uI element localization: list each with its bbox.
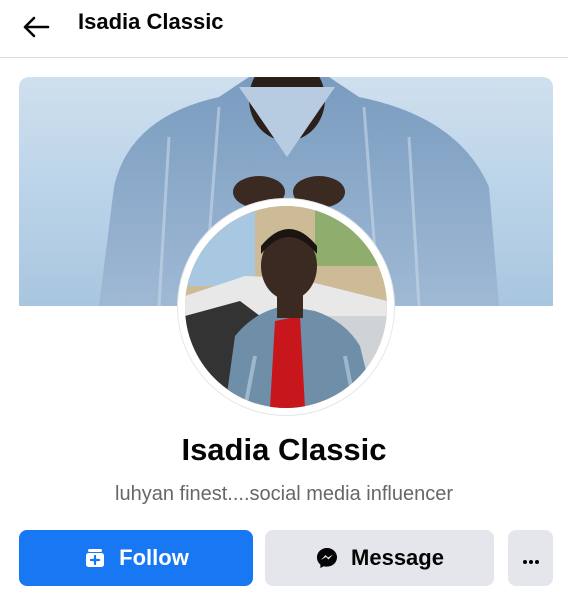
follow-page-icon (83, 546, 107, 570)
profile-name: Isadia Classic (181, 432, 387, 467)
follow-label: Follow (119, 545, 189, 570)
messenger-icon (315, 546, 339, 570)
message-label: Message (351, 545, 444, 570)
back-button[interactable] (16, 9, 56, 49)
more-options-button[interactable] (508, 530, 553, 586)
more-horizontal-icon (522, 545, 540, 571)
profile-picture[interactable] (178, 199, 394, 415)
message-button[interactable]: Message (265, 530, 494, 586)
profile-photo (185, 206, 387, 408)
top-bar: Isadia Classic (0, 0, 568, 58)
page-title: Isadia Classic (78, 9, 224, 34)
follow-button[interactable]: Follow (19, 530, 253, 586)
profile-bio: luhyan finest....social media influencer (115, 483, 453, 505)
arrow-left-icon (22, 15, 50, 44)
